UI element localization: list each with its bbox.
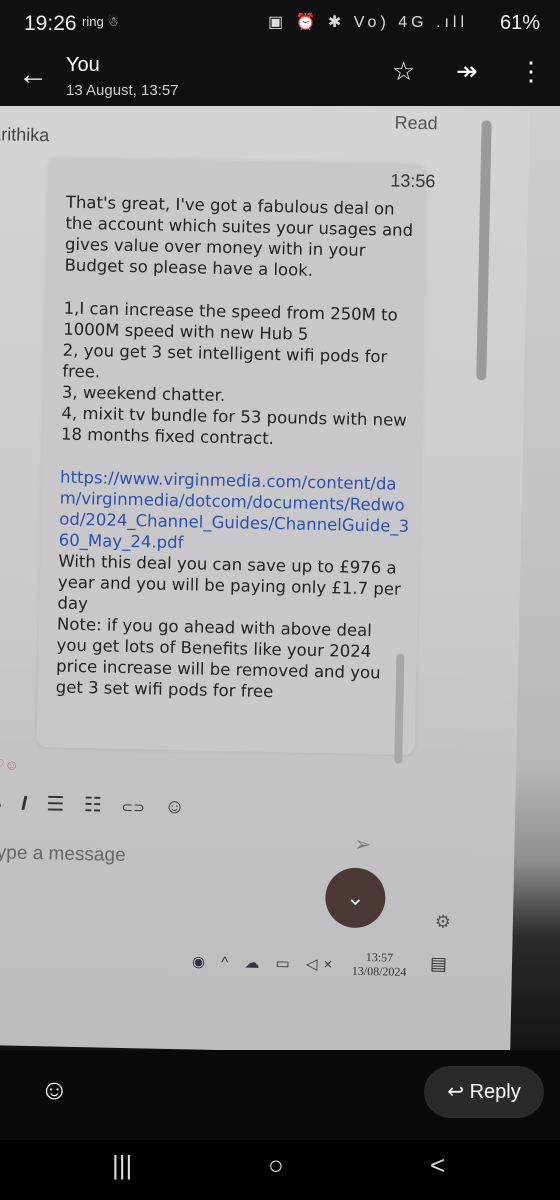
taskbar-clock: 13:57 13/08/2024 [352, 950, 407, 979]
windows-taskbar: ◉ ^ ☁ ▭ ◁× 13:57 13/08/2024 ▤ [192, 946, 483, 988]
italic-button[interactable]: I [21, 793, 27, 815]
more-options-icon[interactable]: ⋮ [518, 56, 544, 87]
reply-icon: ↩ [447, 1081, 465, 1103]
bottom-action-bar: ☺ ↩ Reply [0, 1060, 560, 1130]
home-icon[interactable]: ○ [268, 1150, 284, 1181]
recents-icon[interactable]: ||| [112, 1150, 132, 1181]
status-bar: 19:26 ring ☃ ▣ ⏰ ✱ Vo) 4G .ıll 61% [0, 0, 560, 50]
sender-name: Krithika [0, 123, 50, 146]
reply-button[interactable]: ↩ Reply [424, 1066, 544, 1118]
chat-window: Krithika Read 13:56 That's great, I've g… [0, 106, 530, 1050]
read-receipt: Read [394, 112, 438, 134]
message-point: 2, you get 3 set intelligent wifi pods f… [62, 340, 388, 382]
clock: 19:26 [24, 12, 77, 35]
send-icon[interactable]: ➢ [354, 832, 371, 857]
message-intro: That's great, I've got a fabulous deal o… [64, 192, 414, 280]
channel-guide-link[interactable]: https://www.virginmedia.com/content/dam/… [59, 467, 411, 558]
star-icon[interactable]: ☆ [392, 56, 415, 87]
chevron-down-icon: ⌄ [345, 884, 365, 911]
emoji-icon[interactable]: ☺ [164, 796, 185, 818]
notification-center-icon[interactable]: ▤ [430, 953, 447, 974]
taskbar-time: 13:57 [365, 950, 394, 965]
numbered-list-icon[interactable]: ☷ [84, 794, 102, 816]
bold-button[interactable]: B [0, 792, 2, 814]
system-nav-bar: ||| ○ < [0, 1140, 560, 1200]
bullet-list-icon[interactable]: ☰ [46, 793, 64, 815]
tray-icons[interactable]: ◉ ^ ☁ ▭ ◁× [192, 952, 339, 973]
message-savings: With this deal you can save up to £976 a… [57, 551, 401, 614]
message-text: That's great, I've got a fabulous deal o… [56, 192, 417, 705]
conversation-title: You [66, 54, 100, 76]
photo-of-screen: Krithika Read 13:56 That's great, I've g… [0, 106, 560, 1050]
app-bar: ← You 13 August, 13:57 ☆ ↠ ⋮ [0, 50, 560, 106]
message-point: 1,I can increase the speed from 250M to … [63, 298, 398, 344]
message-point: 4, mixit tv bundle for 53 pounds with ne… [60, 403, 407, 449]
message-input[interactable]: Type a message [0, 842, 126, 867]
forward-icon[interactable]: ↠ [456, 56, 478, 87]
gear-icon[interactable]: ⚙ [435, 911, 452, 932]
conversation-date: 13 August, 13:57 [66, 82, 179, 99]
reply-label: Reply [469, 1081, 521, 1103]
back-arrow-icon[interactable]: ← [18, 58, 48, 92]
format-toolbar: B I ☰ ☷ ⊂⊃ ☺ [0, 790, 199, 819]
reaction-icon[interactable]: ♡☺ [0, 756, 19, 774]
battery-level: 61% [499, 12, 540, 34]
window-scrollbar[interactable] [476, 120, 492, 381]
message-note: Note: if you go ahead with above deal yo… [55, 614, 381, 702]
system-icons: ▣ ⏰ ✱ Vo) 4G .ıll [267, 14, 468, 31]
back-nav-icon[interactable]: < [430, 1150, 445, 1181]
message-time: 13:56 [390, 170, 436, 192]
add-emoji-icon[interactable]: ☺ [40, 1074, 69, 1106]
taskbar-date: 13/08/2024 [351, 963, 407, 979]
scroll-down-button[interactable]: ⌄ [324, 867, 386, 929]
link-icon[interactable]: ⊂⊃ [121, 799, 145, 815]
notification-icons: ring ☃ [82, 14, 119, 29]
